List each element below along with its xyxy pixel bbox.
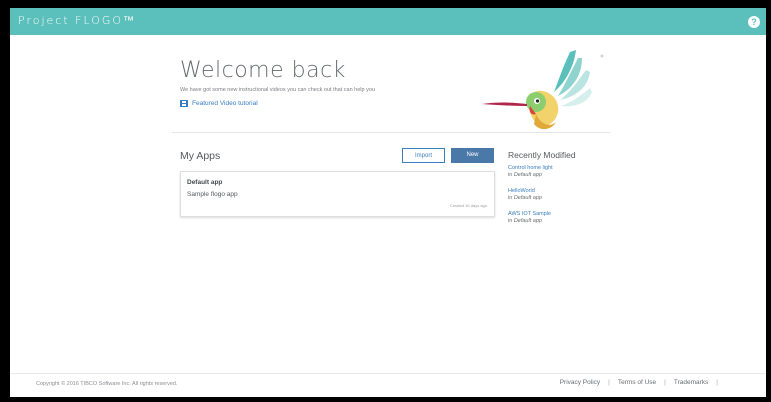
recent-item-app: in Default app xyxy=(508,172,542,178)
welcome-subtitle: We have got some new instructional video… xyxy=(180,87,375,93)
app-description: Sample flogo app xyxy=(187,191,238,198)
recent-item-link[interactable]: AWS IOT Sample xyxy=(508,211,551,217)
featured-video-label: Featured Video tutorial xyxy=(192,100,258,107)
my-apps-title: My Apps xyxy=(180,150,221,162)
footer-separator: | xyxy=(664,379,666,386)
footer-separator: | xyxy=(608,379,610,386)
hummingbird-logo xyxy=(482,50,604,130)
trademarks-link[interactable]: Trademarks xyxy=(674,379,708,386)
new-app-button[interactable]: New xyxy=(451,148,494,163)
recent-item: AWS IOT Sample in Default app xyxy=(508,211,551,224)
top-bar: Project FLOGO™ ? xyxy=(10,8,766,35)
app-card[interactable]: Default app Sample flogo app Created 16 … xyxy=(180,171,495,217)
app-name: Default app xyxy=(187,179,223,186)
privacy-policy-link[interactable]: Privacy Policy xyxy=(560,379,600,386)
import-button[interactable]: Import xyxy=(402,148,445,163)
welcome-title: Welcome back xyxy=(180,58,346,83)
recent-item-link[interactable]: HelloWorld xyxy=(508,188,542,194)
copyright-text: Copyright © 2016 TIBCO Software Inc. All… xyxy=(36,381,178,387)
film-icon xyxy=(180,100,188,107)
featured-video-link[interactable]: Featured Video tutorial xyxy=(180,100,258,107)
help-icon[interactable]: ? xyxy=(748,16,760,28)
app-window: Project FLOGO™ ? Welcome back We have go… xyxy=(10,8,766,397)
app-created-date: Created 16 days ago xyxy=(449,203,487,208)
footer-links: Privacy Policy | Terms of Use | Trademar… xyxy=(560,379,726,386)
recent-item-app: in Default app xyxy=(508,218,542,224)
recently-modified-title: Recently Modified xyxy=(508,150,576,160)
footer-separator: | xyxy=(716,379,718,386)
brand-title[interactable]: Project FLOGO™ xyxy=(18,14,136,27)
recent-item-app: in Default app xyxy=(508,195,542,201)
footer-divider xyxy=(10,373,766,374)
recent-item: Control home light in Default app xyxy=(508,165,553,178)
recent-item-link[interactable]: Control home light xyxy=(508,165,553,171)
section-divider xyxy=(172,132,610,133)
recent-item: HelloWorld in Default app xyxy=(508,188,542,201)
terms-of-use-link[interactable]: Terms of Use xyxy=(618,379,656,386)
